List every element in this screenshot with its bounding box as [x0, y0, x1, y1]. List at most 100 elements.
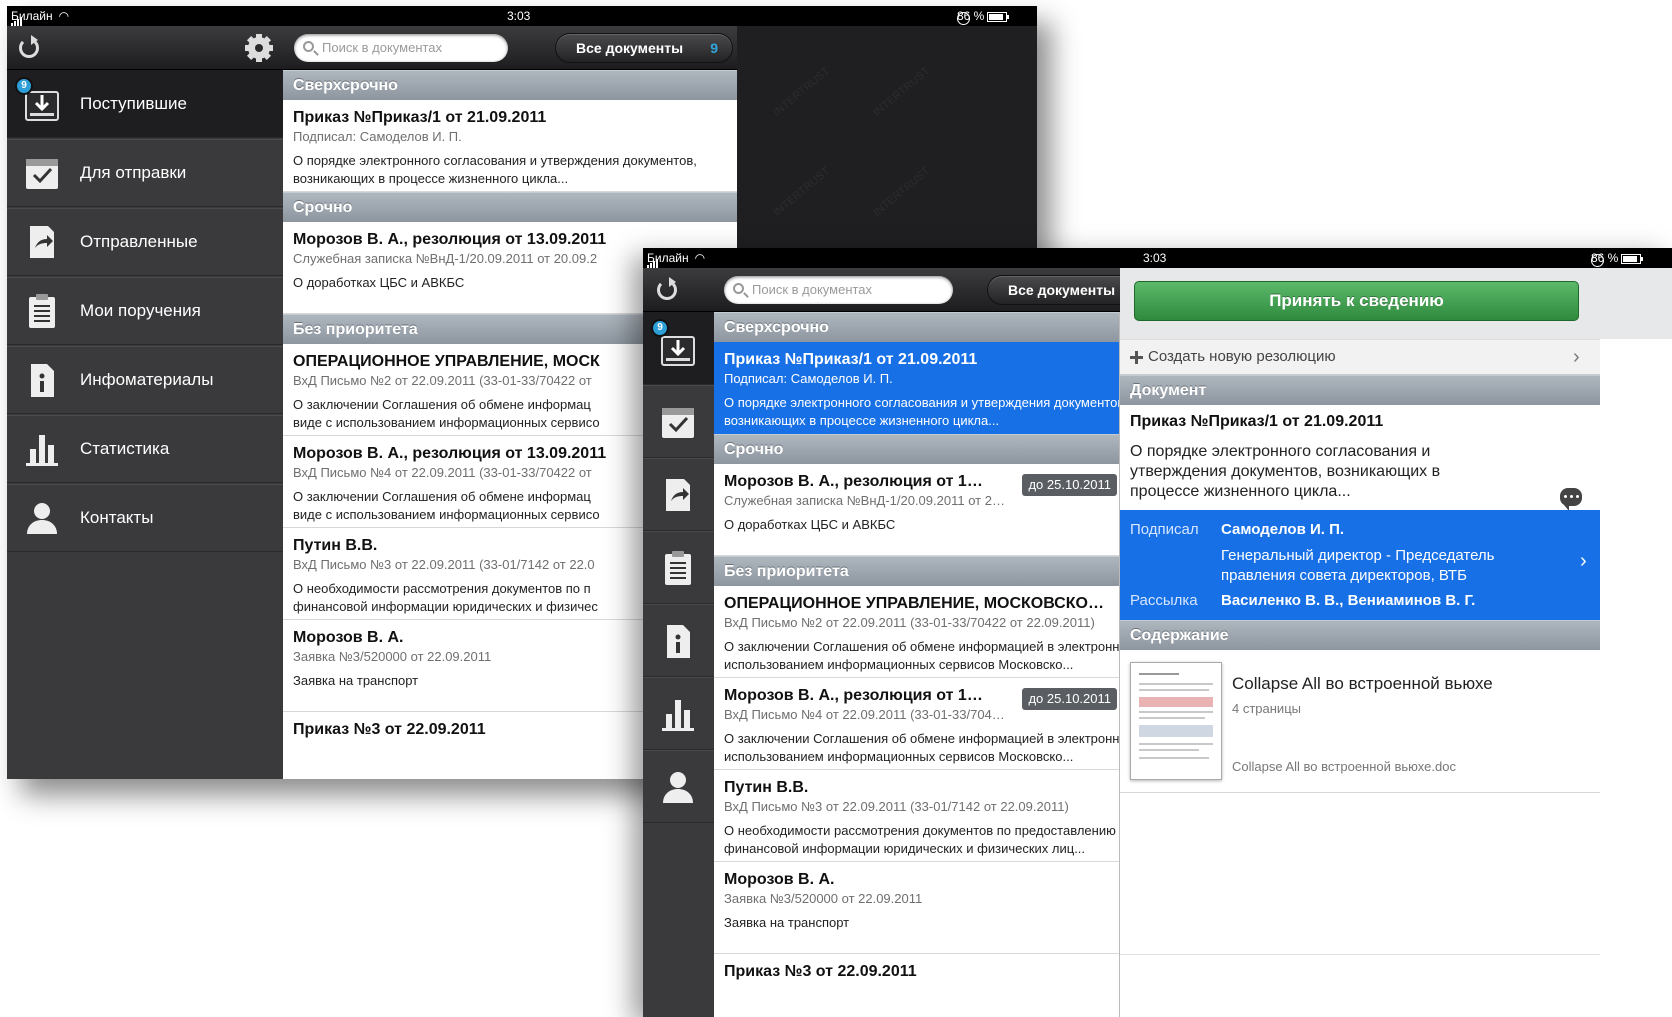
- search-input[interactable]: Поиск в документах: [724, 276, 953, 304]
- nav-toolbar: [7, 26, 283, 70]
- wifi-icon: ◠: [58, 9, 70, 23]
- sidebar-item-label: Контакты: [80, 508, 154, 527]
- sidebar-item-label: Мои поручения: [80, 301, 201, 320]
- attachment-row[interactable]: Collapse All во встроенной вьюхе 4 стран…: [1120, 650, 1600, 793]
- bar-chart-icon: [662, 700, 694, 731]
- sidebar-item-to-send[interactable]: [643, 385, 714, 458]
- sidebar-item-statistics[interactable]: Статистика: [7, 415, 283, 483]
- list-item[interactable]: Путин В.В. ВхД Письмо №3 от 22.09.2011 (…: [714, 770, 1119, 862]
- status-time: 3:03: [1143, 251, 1167, 265]
- sidebar-item-contacts[interactable]: Контакты: [7, 484, 283, 552]
- sidebar-item-label: Для отправки: [80, 163, 187, 182]
- list-item[interactable]: Приказ №3 от 22.09.2011: [714, 954, 1119, 1017]
- refresh-icon[interactable]: [657, 277, 677, 300]
- document-thumbnail: [1130, 662, 1222, 780]
- watermark: INTERTRUST: [871, 65, 933, 119]
- document-description: О порядке электронного согласования и ут…: [1130, 443, 1441, 500]
- document-share-icon: [666, 479, 690, 511]
- signal-icon: [11, 12, 23, 26]
- battery-icon: [1621, 254, 1644, 264]
- mailing-label: Рассылка: [1130, 592, 1198, 609]
- sidebar-item-label: Статистика: [80, 439, 170, 458]
- signal-icon: [647, 254, 659, 268]
- wifi-icon: ◠: [694, 251, 706, 265]
- signer-position: Генеральный директор - Председатель прав…: [1221, 547, 1495, 584]
- signed-by-name: Самоделов И. П.: [1221, 521, 1345, 538]
- section-header: Содержание: [1120, 620, 1600, 650]
- person-icon: [663, 772, 693, 803]
- sidebar-item-sent[interactable]: [643, 458, 714, 531]
- rotation-lock-icon: [957, 12, 970, 25]
- due-date-badge: до 25.10.2011: [1022, 474, 1117, 496]
- plus-icon: [1130, 351, 1143, 364]
- list-item-selected[interactable]: Приказ №Приказ/1 от 21.09.2011 Подписал:…: [714, 342, 1119, 434]
- chevron-right-icon: ›: [1580, 550, 1587, 572]
- due-date-badge: до 25.10.2011: [1022, 688, 1117, 710]
- mailing-names: Василенко В. В., Вениаминов В. Г.: [1221, 592, 1476, 609]
- bar-chart-icon: [26, 435, 58, 466]
- attachment-title: Collapse All во встроенной вьюхе: [1232, 674, 1493, 693]
- carrier: Билайн ◠: [11, 9, 70, 26]
- section-header: Сверхсрочно: [714, 312, 1119, 342]
- list-item[interactable]: Приказ №Приказ/1 от 21.09.2011 Подписал:…: [283, 100, 737, 192]
- chevron-right-icon: ›: [1573, 346, 1580, 368]
- section-header: Срочно: [714, 434, 1119, 464]
- divider: [1120, 954, 1600, 955]
- sidebar-item-statistics[interactable]: [643, 677, 714, 750]
- clipboard-icon: [665, 551, 691, 585]
- sidebar-item-label: Поступившие: [80, 94, 187, 113]
- sidebar-item-my-tasks[interactable]: Мои поручения: [7, 277, 283, 345]
- rotation-lock-icon: [1591, 254, 1604, 267]
- section-header: Документ: [1120, 375, 1600, 405]
- nav-toolbar: [643, 268, 714, 312]
- section-header: Срочно: [283, 192, 737, 222]
- sidebar-item-incoming[interactable]: 9: [643, 312, 714, 385]
- document-detail: Принять к сведению Создать новую резолюц…: [1120, 268, 1672, 1017]
- list-item[interactable]: Морозов В. А., резолюция от 13.09.2011 д…: [714, 464, 1119, 556]
- list-item[interactable]: Морозов В. А. Заявка №3/520000 от 22.09.…: [714, 862, 1119, 954]
- attachment-pages: 4 страницы: [1232, 701, 1301, 716]
- list-toolbar: Поиск в документах Все документы9: [283, 26, 737, 70]
- list-item[interactable]: Морозов В. А., резолюция от 13.09.2011 д…: [714, 678, 1119, 770]
- search-input[interactable]: Поиск в документах: [294, 34, 508, 62]
- status-bar: Билайн ◠ 3:03 86 %: [643, 248, 1672, 268]
- sidebar-item-to-send[interactable]: Для отправки: [7, 139, 283, 207]
- sidebar-nav: 9 Поступившие Для отправки Отправленные …: [7, 70, 283, 779]
- calendar-check-icon: [662, 408, 694, 438]
- watermark: INTERTRUST: [871, 165, 933, 219]
- sidebar-item-info[interactable]: [643, 604, 714, 677]
- comment-icon[interactable]: [1560, 488, 1582, 511]
- sidebar-item-contacts[interactable]: [643, 750, 714, 823]
- battery-status: 86 %: [957, 9, 1010, 25]
- info-document-icon: [667, 625, 690, 658]
- front-screenshot: Билайн ◠ 3:03 86 % 9 Поиск в документах …: [643, 248, 1672, 1017]
- watermark: INTERTRUST: [771, 65, 833, 119]
- attachment-filename: Collapse All во встроенной вьюхе.doc: [1232, 759, 1456, 774]
- unread-badge: 9: [15, 77, 33, 95]
- signer-block[interactable]: Подписал Самоделов И. П. Генеральный дир…: [1120, 510, 1600, 620]
- refresh-icon[interactable]: [19, 35, 39, 58]
- sidebar-item-sent[interactable]: Отправленные: [7, 208, 283, 276]
- status-time: 3:03: [507, 9, 531, 23]
- accept-button[interactable]: Принять к сведению: [1134, 281, 1579, 321]
- list-toolbar: Поиск в документах Все документы9: [714, 268, 1157, 312]
- battery-status: 86 %: [1591, 251, 1644, 267]
- sidebar-item-incoming[interactable]: 9 Поступившие: [7, 70, 283, 138]
- info-document-icon: [31, 364, 54, 397]
- all-documents-button[interactable]: Все документы9: [555, 33, 733, 63]
- sidebar-item-info[interactable]: Инфоматериалы: [7, 346, 283, 414]
- person-icon: [27, 503, 57, 534]
- sidebar-item-label: Инфоматериалы: [80, 370, 214, 389]
- settings-gear-icon[interactable]: [245, 34, 273, 62]
- clipboard-icon: [29, 294, 55, 328]
- calendar-check-icon: [26, 159, 58, 189]
- section-header: Без приоритета: [714, 556, 1119, 586]
- create-resolution-row[interactable]: Создать новую резолюцию ›: [1120, 339, 1600, 375]
- carrier: Билайн ◠: [647, 251, 706, 268]
- search-icon: [303, 41, 314, 52]
- search-icon: [733, 283, 744, 294]
- sidebar-item-my-tasks[interactable]: [643, 531, 714, 604]
- documents-list: Сверхсрочно Приказ №Приказ/1 от 21.09.20…: [714, 312, 1120, 1017]
- list-item[interactable]: ОПЕРАЦИОННОЕ УПРАВЛЕНИЕ, МОСКОВСКОЕ ГЛ..…: [714, 586, 1119, 678]
- signed-by-label: Подписал: [1130, 521, 1199, 538]
